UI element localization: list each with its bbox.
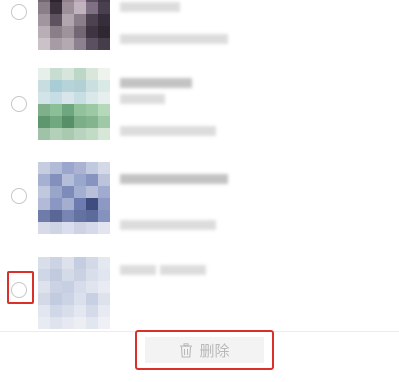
subtitle-text-blurred (120, 126, 216, 136)
select-radio[interactable] (11, 96, 27, 112)
select-radio[interactable] (11, 188, 27, 204)
subtitle-text-blurred (120, 220, 216, 230)
thumbnail-image (38, 162, 110, 234)
title-text-blurred (120, 78, 192, 88)
select-radio[interactable] (11, 4, 27, 20)
thumbnail-image (38, 0, 110, 50)
title-text-blurred (120, 265, 156, 275)
list-item[interactable] (0, 0, 399, 63)
delete-label: 删除 (199, 341, 230, 360)
thumbnail-image (38, 257, 110, 329)
title-text-blurred (120, 2, 180, 12)
trash-icon (180, 342, 193, 358)
delete-button[interactable]: 删除 (135, 330, 274, 370)
highlighted-select-radio-annotation (7, 271, 34, 304)
title-text-blurred-line2 (120, 94, 165, 104)
list-item[interactable] (0, 66, 399, 151)
thumbnail-image (38, 68, 110, 140)
title-text-blurred-part2 (160, 265, 206, 275)
subtitle-text-blurred (120, 34, 228, 44)
media-list (0, 0, 399, 330)
list-item[interactable] (0, 257, 399, 330)
title-text-blurred (120, 174, 228, 184)
delete-button-inner[interactable]: 删除 (145, 337, 264, 363)
list-item[interactable] (0, 162, 399, 247)
